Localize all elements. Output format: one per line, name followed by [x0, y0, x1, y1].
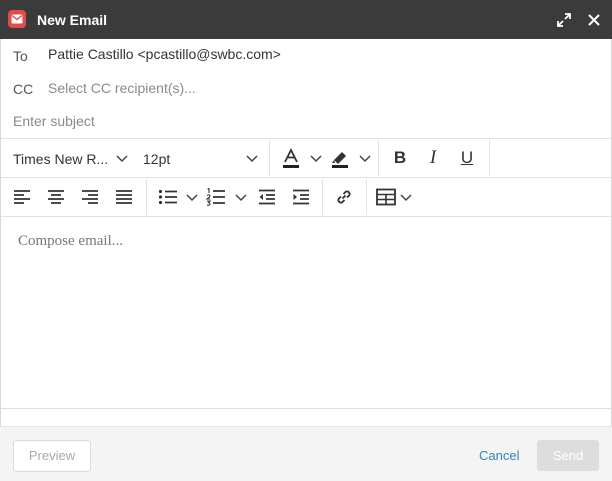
- italic-button[interactable]: I: [422, 147, 444, 169]
- title-bar: New Email: [0, 0, 612, 39]
- font-size-value: 12pt: [143, 151, 171, 167]
- bold-icon: B: [393, 148, 407, 167]
- cc-row: CC: [0, 72, 611, 106]
- formatting-toolbar-bottom: [0, 178, 611, 217]
- envelope-icon: [8, 10, 26, 28]
- chevron-down-icon[interactable]: [310, 153, 322, 163]
- footer: Preview Cancel Send: [0, 426, 612, 481]
- compose-editor[interactable]: Compose email...: [0, 217, 611, 409]
- toolbar-divider: [378, 140, 379, 176]
- outdent-icon: [259, 189, 275, 205]
- subject-input[interactable]: [13, 111, 553, 131]
- align-left-button[interactable]: [11, 186, 33, 208]
- chevron-down-icon[interactable]: [359, 153, 371, 163]
- toolbar-divider: [366, 179, 367, 215]
- preview-button[interactable]: Preview: [13, 440, 91, 472]
- chevron-down-icon[interactable]: [186, 192, 198, 202]
- insert-link-button[interactable]: [333, 186, 355, 208]
- cancel-link[interactable]: Cancel: [479, 448, 519, 463]
- close-icon[interactable]: [586, 12, 602, 28]
- underline-button[interactable]: U: [456, 147, 478, 169]
- chevron-down-icon[interactable]: [235, 192, 247, 202]
- text-color-icon: [283, 147, 299, 168]
- expand-icon[interactable]: [556, 12, 572, 28]
- align-right-icon: [82, 190, 98, 204]
- numbered-list-icon: [206, 188, 225, 206]
- text-color-button[interactable]: [280, 147, 302, 169]
- window-title: New Email: [37, 12, 108, 28]
- chevron-down-icon: [116, 155, 128, 163]
- highlight-color-button[interactable]: [329, 147, 351, 169]
- formatting-toolbar-top: Times New R... 12pt B I U: [0, 139, 611, 178]
- toolbar-divider: [489, 140, 490, 176]
- font-family-value: Times New R...: [13, 151, 109, 167]
- bullet-list-button[interactable]: [157, 186, 179, 208]
- toolbar-divider: [322, 179, 323, 215]
- underline-icon: U: [460, 148, 474, 167]
- align-right-button[interactable]: [79, 186, 101, 208]
- chevron-down-icon: [246, 155, 258, 163]
- send-button[interactable]: Send: [537, 440, 599, 471]
- bold-button[interactable]: B: [389, 147, 411, 169]
- toolbar-divider: [269, 140, 270, 176]
- to-recipient[interactable]: Pattie Castillo <pcastillo@swbc.com>: [48, 46, 281, 62]
- table-icon: [376, 188, 396, 206]
- to-row: To Pattie Castillo <pcastillo@swbc.com>: [0, 39, 611, 73]
- bullet-list-icon: [158, 189, 177, 205]
- justify-button[interactable]: [113, 186, 135, 208]
- compose-placeholder: Compose email...: [18, 233, 123, 249]
- window-border-left: [0, 39, 1, 480]
- highlighter-icon: [332, 152, 348, 168]
- to-label: To: [13, 48, 28, 64]
- italic-icon: I: [429, 147, 437, 168]
- cc-label: CC: [13, 81, 34, 97]
- chevron-down-icon[interactable]: [400, 192, 412, 202]
- link-icon: [337, 190, 351, 204]
- indent-icon: [293, 189, 309, 205]
- insert-table-button[interactable]: [375, 186, 397, 208]
- font-family-select[interactable]: Times New R...: [0, 139, 133, 177]
- numbered-list-button[interactable]: [205, 186, 227, 208]
- toolbar-divider: [146, 179, 147, 215]
- justify-icon: [116, 190, 132, 204]
- subject-row: [0, 105, 611, 139]
- indent-button[interactable]: [290, 186, 312, 208]
- cc-input[interactable]: [48, 78, 588, 98]
- align-center-icon: [48, 190, 64, 204]
- outdent-button[interactable]: [256, 186, 278, 208]
- align-center-button[interactable]: [45, 186, 67, 208]
- align-left-icon: [14, 190, 30, 204]
- font-size-select[interactable]: 12pt: [133, 139, 268, 177]
